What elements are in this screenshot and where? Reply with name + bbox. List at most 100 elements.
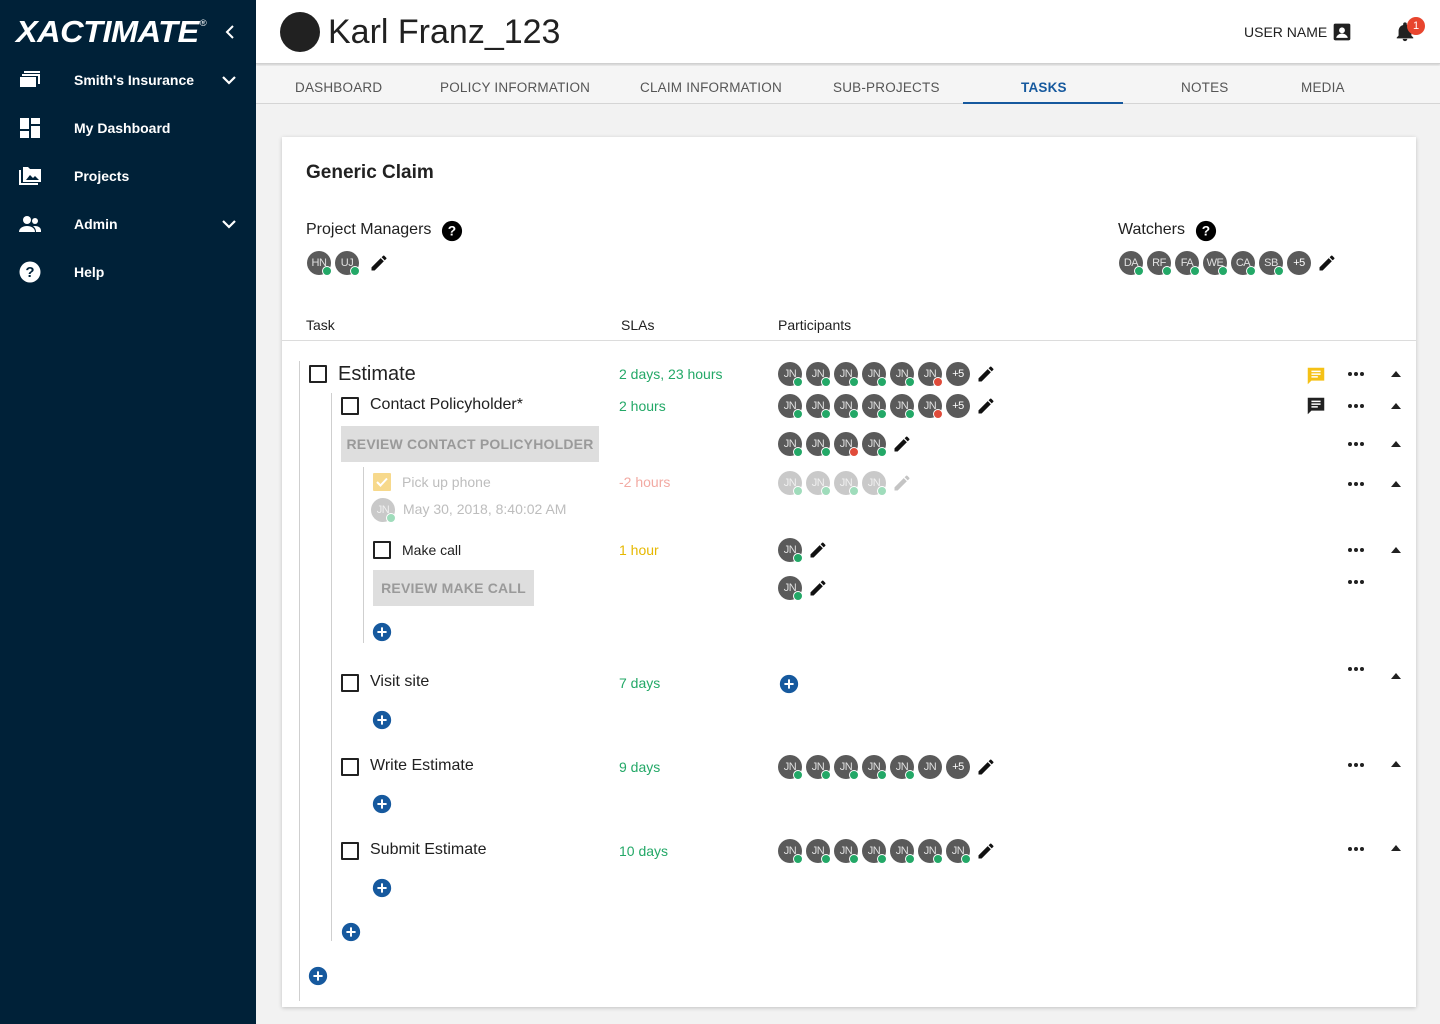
task-checkbox[interactable] [373, 541, 391, 559]
participant-avatar[interactable]: JN [890, 362, 915, 387]
collapse-caret-icon[interactable] [1391, 403, 1401, 409]
tab-tasks[interactable]: TASKS [1021, 66, 1067, 104]
watcher-avatar[interactable]: CA [1231, 251, 1256, 276]
collapse-caret-icon[interactable] [1391, 441, 1401, 447]
tab-media[interactable]: MEDIA [1301, 66, 1345, 104]
participants-more-badge[interactable]: +5 [946, 362, 970, 386]
participant-avatar[interactable]: JN [890, 755, 915, 780]
tab-policy-information[interactable]: POLICY INFORMATION [440, 66, 590, 104]
participant-avatar[interactable]: JN [834, 839, 859, 864]
collapse-caret-icon[interactable] [1391, 481, 1401, 487]
review-contact-policyholder-button[interactable]: REVIEW CONTACT POLICYHOLDER [341, 426, 599, 462]
watcher-avatar[interactable]: DA [1119, 251, 1144, 276]
task-label-submit-estimate[interactable]: Submit Estimate [370, 841, 486, 859]
edit-participants-pencil-icon[interactable] [808, 578, 828, 598]
watcher-avatar[interactable]: RF [1147, 251, 1172, 276]
user-name[interactable]: USER NAME [1244, 24, 1327, 40]
task-label-visit-site[interactable]: Visit site [370, 673, 429, 691]
task-checkbox[interactable] [341, 674, 359, 692]
edit-participants-pencil-icon[interactable] [976, 396, 996, 416]
participant-avatar[interactable]: JN [778, 755, 803, 780]
participant-avatar[interactable]: JN [778, 839, 803, 864]
participant-avatar[interactable]: JN [862, 471, 887, 496]
edit-project-managers-pencil-icon[interactable] [369, 253, 389, 273]
participant-avatar[interactable]: JN [806, 755, 831, 780]
participant-avatar[interactable]: JN [862, 839, 887, 864]
task-checkbox[interactable] [309, 365, 327, 383]
add-task-button-icon[interactable] [341, 922, 361, 942]
chevron-down-icon[interactable] [221, 73, 237, 87]
sidebar-item-projects[interactable]: Projects [0, 152, 256, 200]
project-managers-help-icon[interactable] [441, 220, 463, 242]
watchers-more-badge[interactable]: +5 [1287, 251, 1311, 275]
chevron-down-icon[interactable] [221, 217, 237, 231]
participant-avatar[interactable]: JN [862, 755, 887, 780]
participant-avatar[interactable]: JN [778, 432, 803, 457]
add-task-group-button-icon[interactable] [308, 966, 328, 986]
more-options-icon[interactable] [1347, 481, 1365, 487]
add-participant-button-icon[interactable] [779, 674, 799, 694]
more-options-icon[interactable] [1347, 762, 1365, 768]
comment-icon[interactable] [1305, 395, 1327, 417]
add-subtask-button-icon[interactable] [372, 878, 392, 898]
task-label-write-estimate[interactable]: Write Estimate [370, 757, 474, 775]
edit-participants-pencil-icon[interactable] [892, 434, 912, 454]
tab-claim-information[interactable]: CLAIM INFORMATION [640, 66, 782, 104]
participant-avatar[interactable]: JN [862, 362, 887, 387]
task-label-contact-policyholder[interactable]: Contact Policyholder* [370, 396, 523, 414]
participants-more-badge[interactable]: +5 [946, 755, 970, 779]
comment-icon[interactable] [1305, 365, 1327, 387]
participant-avatar[interactable]: JN [806, 394, 831, 419]
participant-avatar[interactable]: JN [834, 432, 859, 457]
collapse-caret-icon[interactable] [1391, 761, 1401, 767]
participants-more-badge[interactable]: +5 [946, 394, 970, 418]
edit-participants-pencil-icon[interactable] [892, 473, 912, 493]
project-manager-avatar[interactable]: HN [307, 251, 332, 276]
task-label-estimate[interactable]: Estimate [338, 363, 416, 386]
participant-avatar[interactable]: JN [778, 471, 803, 496]
participant-avatar[interactable]: JN [834, 755, 859, 780]
tab-notes[interactable]: NOTES [1181, 66, 1229, 104]
task-label-pick-up-phone[interactable]: Pick up phone [402, 474, 491, 490]
participant-avatar[interactable]: JN [890, 394, 915, 419]
more-options-icon[interactable] [1347, 846, 1365, 852]
participant-avatar[interactable]: JN [778, 394, 803, 419]
sidebar-item-help[interactable]: ? Help [0, 248, 256, 296]
participant-avatar[interactable]: JN [862, 394, 887, 419]
watchers-help-icon[interactable] [1195, 220, 1217, 242]
project-manager-avatar[interactable]: UJ [335, 251, 360, 276]
sidebar-item-smiths-insurance[interactable]: Smith's Insurance [0, 56, 256, 104]
participant-avatar[interactable]: JN [918, 839, 943, 864]
watcher-avatar[interactable]: FA [1175, 251, 1200, 276]
participant-avatar[interactable]: JN [834, 362, 859, 387]
participant-avatar[interactable]: JN [778, 362, 803, 387]
task-checkbox[interactable] [341, 758, 359, 776]
edit-participants-pencil-icon[interactable] [976, 841, 996, 861]
task-checkbox[interactable] [341, 397, 359, 415]
participant-avatar[interactable]: JN [806, 839, 831, 864]
participant-avatar[interactable]: JN [918, 394, 943, 419]
collapse-sidebar-chevron-left-icon[interactable] [222, 22, 238, 42]
participant-avatar[interactable]: JN [806, 471, 831, 496]
participant-avatar[interactable]: JN [918, 755, 942, 779]
sidebar-item-admin[interactable]: Admin [0, 200, 256, 248]
participant-avatar[interactable]: JN [890, 839, 915, 864]
watcher-avatar[interactable]: SB [1259, 251, 1284, 276]
participant-avatar[interactable]: JN [862, 432, 887, 457]
add-subtask-button-icon[interactable] [372, 622, 392, 642]
edit-watchers-pencil-icon[interactable] [1317, 253, 1337, 273]
more-options-icon[interactable] [1347, 371, 1365, 377]
more-options-icon[interactable] [1347, 666, 1365, 672]
participant-avatar[interactable]: JN [778, 538, 803, 563]
participant-avatar[interactable]: JN [918, 362, 943, 387]
participant-avatar[interactable]: JN [806, 432, 831, 457]
account-box-icon[interactable] [1332, 22, 1352, 42]
participant-avatar[interactable]: JN [806, 362, 831, 387]
edit-participants-pencil-icon[interactable] [976, 757, 996, 777]
participant-avatar[interactable]: JN [778, 576, 803, 601]
task-checkbox-completed[interactable] [373, 473, 391, 491]
edit-participants-pencil-icon[interactable] [808, 540, 828, 560]
edit-participants-pencil-icon[interactable] [976, 364, 996, 384]
task-checkbox[interactable] [341, 842, 359, 860]
more-options-icon[interactable] [1347, 547, 1365, 553]
